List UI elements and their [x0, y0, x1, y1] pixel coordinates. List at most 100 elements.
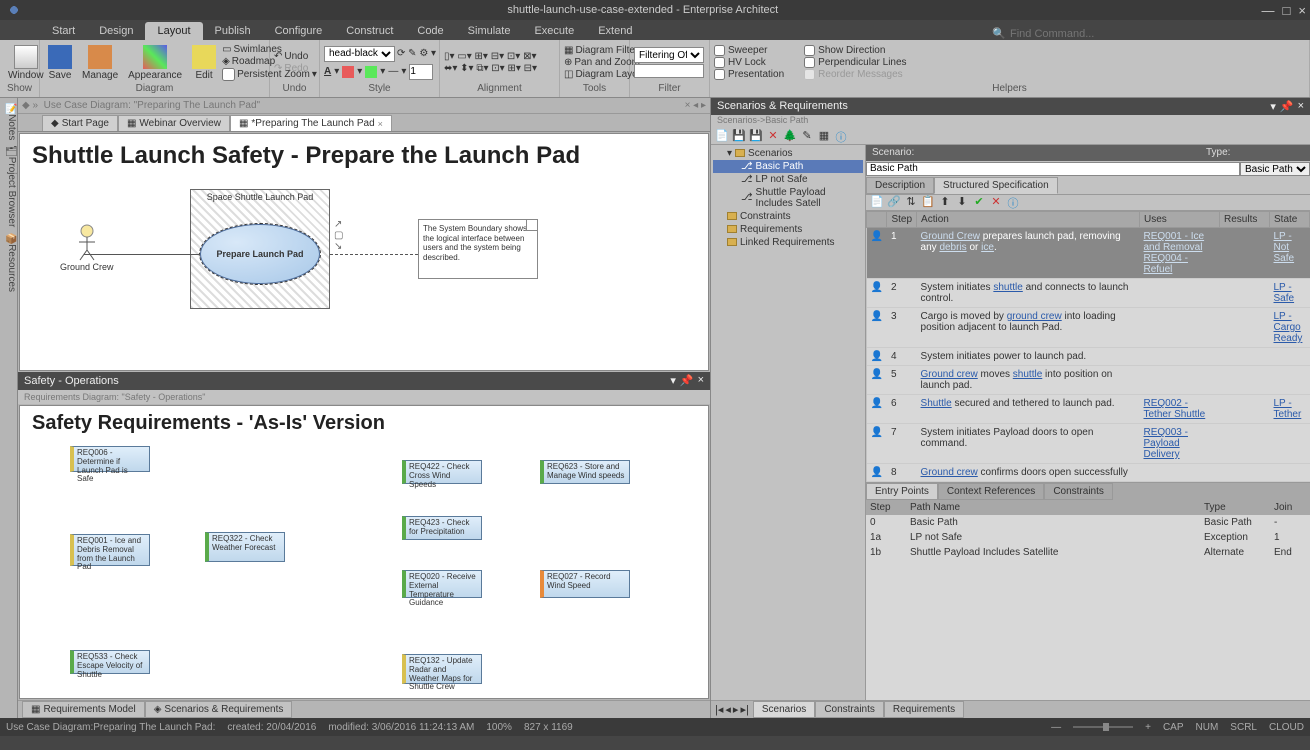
entry-tab-context[interactable]: Context References [938, 483, 1044, 500]
manage-button[interactable]: Manage [78, 44, 122, 82]
tb-new-icon[interactable]: 📄 [715, 129, 729, 143]
entry-row[interactable]: 1aLP not SafeException1 [866, 530, 1310, 545]
req-027[interactable]: REQ027 - Record Wind Speed [540, 570, 630, 598]
style-dropdown[interactable]: head-black [324, 46, 395, 62]
tree-linked-reqs[interactable]: Linked Requirements [713, 236, 863, 249]
undo-button[interactable]: ↶ Undo [274, 51, 308, 62]
entry-tab-points[interactable]: Entry Points [866, 483, 938, 500]
btab-scenarios[interactable]: Scenarios [753, 701, 815, 718]
tab-start-page[interactable]: ◆ Start Page [42, 115, 118, 131]
req-132[interactable]: REQ132 - Update Radar and Weather Maps f… [402, 654, 482, 684]
filtering-dropdown[interactable]: Filtering Off [634, 47, 704, 63]
tb-grid-icon[interactable]: ▦ [817, 129, 831, 143]
maximize-button[interactable]: □ [1283, 3, 1291, 18]
tree-requirements[interactable]: Requirements [713, 223, 863, 236]
tb-tree-icon[interactable]: 🌲 [783, 129, 797, 143]
entry-row[interactable]: 1bShuttle Payload Includes SatelliteAlte… [866, 545, 1310, 560]
subtab-structured[interactable]: Structured Specification [934, 177, 1058, 194]
breadcrumb-close-icon[interactable]: × ◂ ▸ [685, 100, 706, 111]
tab-launch-pad[interactable]: ▦ *Preparing The Launch Pad × [230, 115, 392, 131]
diagram-pane-top[interactable]: Shuttle Launch Safety - Prepare the Laun… [19, 133, 709, 371]
usecase-prepare-launch-pad[interactable]: Prepare Launch Pad [200, 224, 320, 284]
ribbon-tab-configure[interactable]: Configure [263, 22, 335, 40]
tree-lp-not-safe[interactable]: ⎇LP not Safe [713, 173, 863, 186]
entry-row[interactable]: 0Basic PathBasic Path- [866, 515, 1310, 530]
type-select[interactable]: Basic Path [1240, 162, 1310, 176]
step-row[interactable]: 👤4System initiates power to launch pad. [867, 347, 1310, 365]
redo-button[interactable]: ↷ Redo [274, 63, 308, 74]
ribbon-tab-execute[interactable]: Execute [522, 22, 586, 40]
step-row[interactable]: 👤5Ground crew moves shuttle into positio… [867, 365, 1310, 394]
btab-requirements[interactable]: Requirements [884, 701, 964, 718]
resources-tab[interactable]: 📦Resources [0, 232, 17, 292]
steps-table[interactable]: Step Action Uses Results State 👤1Ground … [866, 211, 1310, 482]
close-button[interactable]: × [1298, 3, 1306, 18]
minimize-button[interactable]: — [1262, 3, 1275, 18]
subtab-description[interactable]: Description [866, 177, 934, 194]
ribbon-tab-design[interactable]: Design [87, 22, 145, 40]
reorder-check[interactable]: Reorder Messages [804, 69, 906, 80]
req-001[interactable]: REQ001 - Ice and Debris Removal from the… [70, 534, 150, 566]
nav-prev-icon[interactable]: ◂ [725, 703, 731, 716]
step-row[interactable]: 👤6Shuttle secured and tethered to launch… [867, 394, 1310, 423]
step-row[interactable]: 👤1Ground Crew prepares launch pad, remov… [867, 227, 1310, 278]
tree-payload[interactable]: ⎇Shuttle Payload Includes Satell [713, 186, 863, 210]
close-icon[interactable]: × [378, 119, 383, 129]
stb-del-icon[interactable]: ✕ [989, 195, 1003, 209]
line-width-input[interactable] [409, 64, 433, 80]
nav-first-icon[interactable]: |◂ [715, 703, 723, 716]
panel-close-icon[interactable]: × [1298, 100, 1304, 113]
quick-toolbar-icon[interactable]: ↗▢↘ [334, 219, 343, 252]
req-423[interactable]: REQ423 - Check for Precipitation [402, 516, 482, 540]
actor-ground-crew[interactable]: Ground Crew [60, 224, 114, 272]
perp-check[interactable]: Perpendicular Lines [804, 57, 906, 68]
ribbon-tab-simulate[interactable]: Simulate [456, 22, 523, 40]
stb-sort-icon[interactable]: ⇅ [904, 195, 918, 209]
presentation-check[interactable]: Presentation [714, 69, 784, 80]
step-row[interactable]: 👤8Ground crew confirms doors open succes… [867, 463, 1310, 481]
tree-scenarios[interactable]: ▾Scenarios [713, 147, 863, 160]
ribbon-tab-extend[interactable]: Extend [586, 22, 644, 40]
tree-constraints[interactable]: Constraints [713, 210, 863, 223]
sweeper-check[interactable]: Sweeper [714, 45, 784, 56]
tab-webinar[interactable]: ▦ Webinar Overview [118, 115, 230, 131]
tree-basic-path[interactable]: ⎇Basic Path [713, 160, 863, 173]
req-020[interactable]: REQ020 - Receive External Temperature Gu… [402, 570, 482, 598]
req-322[interactable]: REQ322 - Check Weather Forecast [205, 532, 285, 562]
hvlock-check[interactable]: HV Lock [714, 57, 784, 68]
req-533[interactable]: REQ533 - Check Escape Velocity of Shuttl… [70, 650, 150, 674]
zoom-slider[interactable] [1073, 726, 1133, 728]
pane-close-icon[interactable]: × [698, 374, 704, 387]
tb-save2-icon[interactable]: 💾 [749, 129, 763, 143]
showdir-check[interactable]: Show Direction [804, 45, 906, 56]
panel-pin-icon[interactable]: 📌 [1280, 100, 1294, 113]
notes-tab[interactable]: 📝Notes [0, 102, 17, 140]
pane-pin2-icon[interactable]: 📌 [680, 374, 694, 387]
req-006[interactable]: REQ006 - Determine if Launch Pad is Safe [70, 446, 150, 472]
stb-ok-icon[interactable]: ✔ [972, 195, 986, 209]
project-browser-tab[interactable]: 🗂Project Browser [0, 144, 17, 227]
stb-up-icon[interactable]: ⬆ [938, 195, 952, 209]
req-623[interactable]: REQ623 - Store and Manage Wind speeds [540, 460, 630, 484]
tab-requirements-model[interactable]: ▦ Requirements Model [22, 701, 145, 718]
btab-constraints[interactable]: Constraints [815, 701, 884, 718]
stb-paste-icon[interactable]: 📋 [921, 195, 935, 209]
panel-dropdown-icon[interactable]: ▾ [1270, 100, 1276, 113]
scenario-input[interactable] [866, 162, 1240, 176]
scenarios-tree[interactable]: ▾Scenarios ⎇Basic Path ⎇LP not Safe ⎇Shu… [711, 145, 866, 700]
tb-help-icon[interactable]: ⓘ [834, 129, 848, 143]
ribbon-tab-start[interactable]: Start [40, 22, 87, 40]
find-command-input[interactable] [1010, 28, 1110, 40]
req-422[interactable]: REQ422 - Check Cross Wind Speeds [402, 460, 482, 484]
edit-button[interactable]: Edit [188, 44, 220, 82]
ribbon-tab-construct[interactable]: Construct [334, 22, 405, 40]
step-row[interactable]: 👤7System initiates Payload doors to open… [867, 423, 1310, 463]
stb-down-icon[interactable]: ⬇ [955, 195, 969, 209]
stb-info-icon[interactable]: ⓘ [1006, 195, 1020, 209]
step-row[interactable]: 👤3Cargo is moved by ground crew into loa… [867, 307, 1310, 347]
nav-last-icon[interactable]: ▸| [740, 703, 748, 716]
stb-new-icon[interactable]: 📄 [870, 195, 884, 209]
pane-pin-icon[interactable]: ▾ [670, 374, 676, 387]
tb-save-icon[interactable]: 💾 [732, 129, 746, 143]
save-button[interactable]: Save [44, 44, 76, 82]
